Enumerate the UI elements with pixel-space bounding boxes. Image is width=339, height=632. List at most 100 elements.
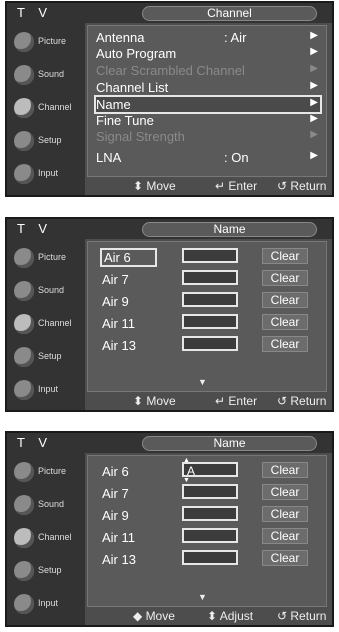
menu-item-auto-program[interactable]: Auto Program ▶	[96, 46, 320, 61]
name-row-air-6[interactable]: Air 6 A Clear ▲ ▼	[96, 457, 320, 484]
menu-item-name[interactable]: Name ▶	[94, 95, 322, 114]
channel-label: Air 6	[100, 248, 157, 267]
name-field-editing[interactable]: A	[182, 462, 238, 478]
sidebar-item-setup[interactable]: Setup	[10, 556, 82, 587]
name-field[interactable]	[182, 484, 238, 499]
picture-icon	[14, 32, 34, 52]
clear-button[interactable]: Clear	[262, 314, 308, 330]
clear-button[interactable]: Clear	[262, 462, 308, 478]
menu-item-label: Clear Scrambled Channel	[96, 63, 245, 78]
menu-panel: Antenna: Air ▶ Auto Program ▶ Clear Scramb…	[87, 25, 327, 177]
app-title: T V	[17, 435, 52, 450]
name-field[interactable]	[182, 506, 238, 521]
sidebar-item-picture[interactable]: Picture	[10, 457, 82, 488]
menu-title: Channel	[142, 6, 317, 21]
channel-label: Air 13	[102, 552, 136, 567]
arrow-right-icon: ▶	[310, 113, 318, 124]
sidebar-label: Setup	[38, 565, 62, 575]
name-field[interactable]	[182, 270, 238, 285]
channel-label: Air 7	[102, 272, 129, 287]
menu-item-channel-list[interactable]: Channel List ▶	[96, 80, 320, 95]
sidebar-item-input[interactable]: Input	[10, 375, 82, 406]
arrow-right-icon: ▶	[310, 129, 318, 140]
app-title: T V	[17, 221, 52, 236]
name-field[interactable]	[182, 550, 238, 565]
sidebar-label: Channel	[38, 318, 72, 328]
footer-keys: ⬍ Move ↵ Enter ↺ Return	[87, 177, 332, 195]
name-row-air-9[interactable]: Air 9 Clear	[96, 292, 320, 310]
name-panel: Air 6 Clear Air 7 Clear Air 9 Clear Air 11 C…	[87, 241, 327, 392]
menu-item-clear-scrambled: Clear Scrambled Channel ▶	[96, 63, 320, 78]
sidebar-label: Input	[38, 598, 59, 608]
name-field[interactable]	[182, 248, 238, 263]
sidebar-label: Channel	[38, 102, 72, 112]
sidebar-item-sound[interactable]: Sound	[10, 60, 82, 91]
arrow-right-icon: ▶	[310, 97, 318, 108]
sidebar: Picture Sound Channel Setup Input	[7, 23, 85, 195]
enter-key-hint: ↵ Enter	[215, 394, 258, 408]
adjust-key-hint: ⬍ Adjust	[207, 609, 254, 623]
sidebar-item-setup[interactable]: Setup	[10, 342, 82, 373]
menu-item-label: Name	[96, 97, 131, 112]
sidebar-item-channel[interactable]: Channel	[10, 523, 82, 554]
clear-button[interactable]: Clear	[262, 292, 308, 308]
menu-item-signal-strength: Signal Strength ▶	[96, 129, 320, 144]
arrow-right-icon: ▶	[310, 30, 318, 41]
footer-keys: ◆ Move ⬍ Adjust ↺ Return	[87, 607, 332, 625]
name-row-air-6[interactable]: Air 6 Clear	[96, 248, 320, 267]
enter-key-hint: ↵ Enter	[215, 179, 258, 193]
menu-item-antenna[interactable]: Antenna: Air ▶	[96, 30, 320, 45]
menu-title: Name	[142, 436, 317, 451]
sidebar-item-channel[interactable]: Channel	[10, 309, 82, 340]
channel-icon	[14, 314, 34, 334]
name-row-air-7[interactable]: Air 7 Clear	[96, 484, 320, 502]
sidebar-label: Input	[38, 168, 59, 178]
sidebar-label: Sound	[38, 499, 65, 509]
name-row-air-11[interactable]: Air 11 Clear	[96, 314, 320, 332]
input-icon	[14, 164, 34, 184]
sidebar-item-picture[interactable]: Picture	[10, 243, 82, 274]
sidebar-item-sound[interactable]: Sound	[10, 276, 82, 307]
scroll-down-icon[interactable]: ▼	[198, 377, 207, 387]
header-bar: T V Channel	[7, 3, 332, 23]
name-panel: Air 6 A Clear ▲ ▼ Air 7 Clear Air 9 Clear Air …	[87, 455, 327, 607]
menu-item-lna[interactable]: LNA: On ▶	[96, 150, 320, 165]
name-row-air-13[interactable]: Air 13 Clear	[96, 550, 320, 568]
char-down-icon[interactable]: ▼	[183, 477, 190, 484]
channel-label: Air 13	[102, 338, 136, 353]
char-up-icon[interactable]: ▲	[183, 457, 190, 464]
sidebar-label: Input	[38, 384, 59, 394]
clear-button[interactable]: Clear	[262, 550, 308, 566]
sidebar-label: Sound	[38, 69, 65, 79]
sidebar-item-input[interactable]: Input	[10, 159, 82, 190]
sidebar-label: Picture	[38, 252, 67, 262]
name-row-air-7[interactable]: Air 7 Clear	[96, 270, 320, 288]
clear-button[interactable]: Clear	[262, 270, 308, 286]
name-row-air-11[interactable]: Air 11 Clear	[96, 528, 320, 546]
sidebar-item-input[interactable]: Input	[10, 589, 82, 620]
channel-label: Air 11	[102, 530, 135, 545]
name-row-air-13[interactable]: Air 13 Clear	[96, 336, 320, 354]
menu-item-fine-tune[interactable]: Fine Tune ▶	[96, 113, 320, 128]
scroll-down-icon[interactable]: ▼	[198, 592, 207, 602]
name-field[interactable]	[182, 528, 238, 543]
sidebar-item-sound[interactable]: Sound	[10, 490, 82, 521]
setup-icon	[14, 347, 34, 367]
sidebar-label: Channel	[38, 532, 72, 542]
clear-button[interactable]: Clear	[262, 248, 308, 264]
arrow-right-icon: ▶	[310, 150, 318, 161]
name-field[interactable]	[182, 336, 238, 351]
sidebar-item-setup[interactable]: Setup	[10, 126, 82, 157]
channel-label: Air 6	[102, 464, 129, 479]
name-field[interactable]	[182, 314, 238, 329]
arrow-right-icon: ▶	[310, 80, 318, 91]
name-row-air-9[interactable]: Air 9 Clear	[96, 506, 320, 524]
sidebar-item-picture[interactable]: Picture	[10, 27, 82, 58]
name-field[interactable]	[182, 292, 238, 307]
clear-button[interactable]: Clear	[262, 506, 308, 522]
clear-button[interactable]: Clear	[262, 528, 308, 544]
clear-button[interactable]: Clear	[262, 484, 308, 500]
sidebar-item-channel[interactable]: Channel	[10, 93, 82, 124]
clear-button[interactable]: Clear	[262, 336, 308, 352]
setup-icon	[14, 131, 34, 151]
